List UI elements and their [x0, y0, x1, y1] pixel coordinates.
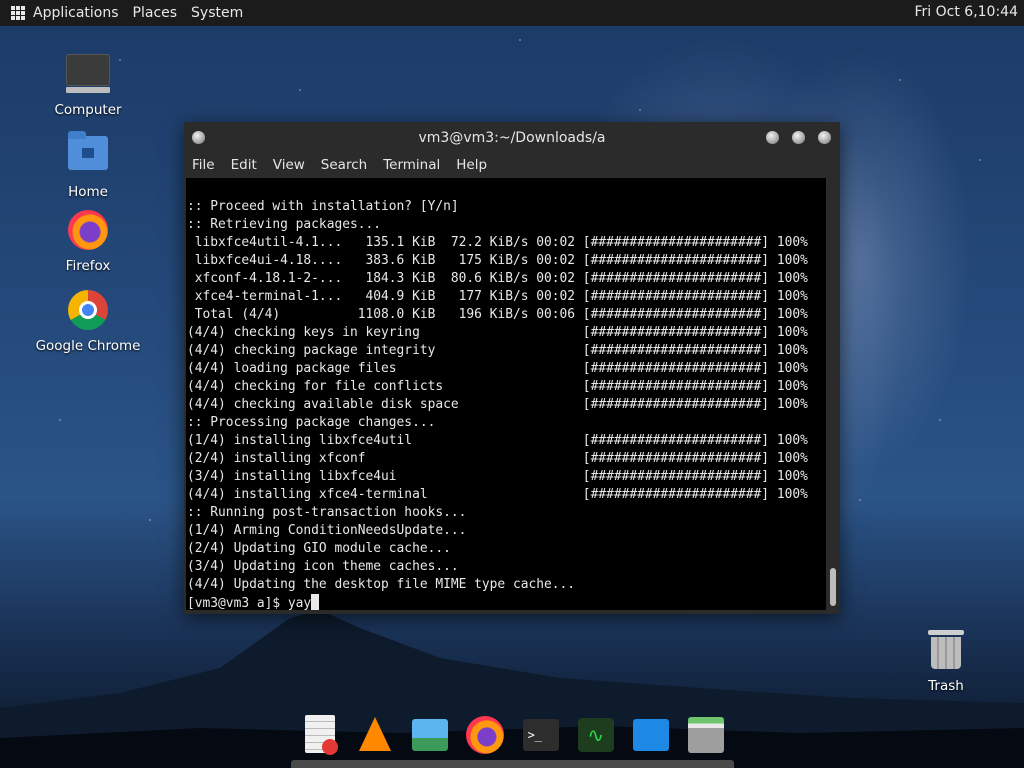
firefox-icon	[66, 210, 110, 254]
terminal-line: :: Retrieving packages...	[187, 217, 382, 232]
terminal-line: libxfce4ui-4.18.... 383.6 KiB 175 KiB/s …	[194, 253, 808, 268]
window-menu-button[interactable]	[192, 131, 205, 144]
desktop-icon-label: Firefox	[65, 258, 111, 274]
dock-bar	[291, 760, 734, 768]
firefox-icon[interactable]	[465, 715, 505, 755]
terminal-line: (4/4) checking for file conflicts [#####…	[187, 379, 808, 394]
system-monitor-icon[interactable]: ∿	[576, 715, 616, 755]
terminal-line: xfconf-4.18.1-2-... 184.3 KiB 80.6 KiB/s…	[194, 271, 808, 286]
vlc-icon[interactable]	[355, 715, 395, 755]
chrome-icon	[66, 290, 110, 334]
text-editor-icon[interactable]	[300, 715, 340, 755]
terminal-line: (4/4) installing xfce4-terminal [#######…	[187, 487, 808, 502]
clock[interactable]: Fri Oct 6,10:44	[915, 4, 1019, 20]
scrollbar-thumb[interactable]	[830, 568, 836, 606]
menu-places[interactable]: Places	[133, 5, 178, 21]
window-menubar: File Edit View Search Terminal Help	[184, 154, 840, 176]
desktop-icon-label: Google Chrome	[35, 338, 141, 354]
desktop-icon-firefox[interactable]: Firefox	[33, 210, 143, 274]
desktop-icon-label: Computer	[54, 102, 122, 118]
minimize-button[interactable]	[766, 131, 779, 144]
menu-applications[interactable]: Applications	[33, 5, 119, 21]
menu-help[interactable]: Help	[456, 157, 487, 173]
menu-view[interactable]: View	[273, 157, 305, 173]
terminal-icon[interactable]: >_	[521, 715, 561, 755]
terminal-line: (4/4) Updating the desktop file MIME typ…	[187, 577, 576, 592]
file-manager-icon[interactable]	[686, 715, 726, 755]
terminal-line: (3/4) installing libxfce4ui [###########…	[187, 469, 808, 484]
home-folder-icon	[66, 131, 110, 180]
menu-search[interactable]: Search	[321, 157, 367, 173]
window-title: vm3@vm3:~/Downloads/a	[418, 130, 606, 146]
menu-edit[interactable]: Edit	[231, 157, 257, 173]
desktop-icon-chrome[interactable]: Google Chrome	[33, 290, 143, 354]
image-viewer-icon[interactable]	[410, 715, 450, 755]
computer-icon	[66, 54, 110, 98]
terminal-line: (4/4) loading package files [###########…	[187, 361, 808, 376]
desktop-icon-trash[interactable]: Trash	[891, 630, 1001, 694]
window-icon[interactable]	[631, 715, 671, 755]
close-button[interactable]	[818, 131, 831, 144]
terminal-line: (1/4) Arming ConditionNeedsUpdate...	[187, 523, 467, 538]
terminal-line: Total (4/4) 1108.0 KiB 196 KiB/s 00:06 […	[194, 307, 808, 322]
terminal-line: :: Processing package changes...	[187, 415, 436, 430]
terminal-line: (2/4) installing xfconf [###############…	[187, 451, 808, 466]
terminal-line: libxfce4util-4.1... 135.1 KiB 72.2 KiB/s…	[194, 235, 808, 250]
terminal-line: (3/4) Updating icon theme caches...	[187, 559, 459, 574]
desktop-icon-label: Trash	[928, 678, 964, 694]
terminal-line: (4/4) checking package integrity [######…	[187, 343, 808, 358]
terminal-line: :: Running post-transaction hooks...	[187, 505, 467, 520]
terminal-line: (1/4) installing libxfce4util [#########…	[187, 433, 808, 448]
terminal-line: :: Proceed with installation? [Y/n]	[187, 199, 459, 214]
terminal-window: vm3@vm3:~/Downloads/a File Edit View Sea…	[184, 122, 840, 614]
trash-icon	[924, 630, 968, 674]
menu-file[interactable]: File	[192, 157, 215, 173]
terminal-output[interactable]: :: Proceed with installation? [Y/n] :: R…	[186, 178, 826, 610]
terminal-line: (4/4) checking available disk space [###…	[187, 397, 808, 412]
menu-terminal[interactable]: Terminal	[383, 157, 440, 173]
desktop-icon-home[interactable]: Home	[33, 130, 143, 200]
window-titlebar[interactable]: vm3@vm3:~/Downloads/a	[184, 122, 840, 154]
terminal-line: (2/4) Updating GIO module cache...	[187, 541, 451, 556]
apps-grid-icon[interactable]	[11, 6, 25, 20]
terminal-line: (4/4) checking keys in keyring [########…	[187, 325, 808, 340]
menu-system[interactable]: System	[191, 5, 243, 21]
terminal-cursor	[311, 594, 320, 610]
desktop-icon-label: Home	[68, 184, 108, 200]
desktop-icon-computer[interactable]: Computer	[33, 50, 143, 118]
dock: >_ ∿	[296, 708, 730, 762]
terminal-line: xfce4-terminal-1... 404.9 KiB 177 KiB/s …	[194, 289, 808, 304]
terminal-scrollbar[interactable]	[828, 178, 838, 610]
terminal-prompt: [vm3@vm3 a]$ yay	[187, 596, 312, 610]
terminal-text: :: Proceed with installation? [Y/n] :: R…	[186, 178, 826, 610]
top-panel: Applications Places System Fri Oct 6,10:…	[0, 0, 1024, 26]
maximize-button[interactable]	[792, 131, 805, 144]
